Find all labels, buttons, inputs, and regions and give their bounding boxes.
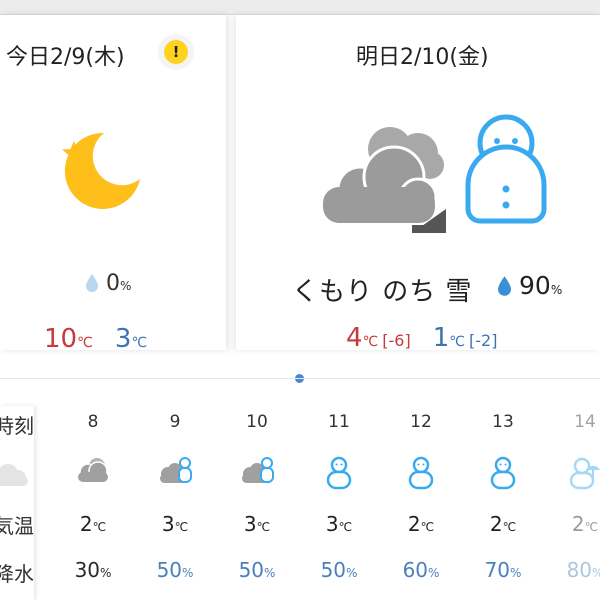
hour-time: 9 xyxy=(169,412,181,432)
hour-column[interactable]: 14 2℃ 80% xyxy=(544,406,600,600)
hour-precip: 70 xyxy=(484,558,511,582)
today-precip: 0% xyxy=(86,271,131,296)
warning-button[interactable]: ! xyxy=(158,34,194,70)
hour-precip: 50 xyxy=(156,558,183,582)
hour-temp: 2 xyxy=(79,512,93,536)
hour-time: 11 xyxy=(328,412,350,432)
hour-temp: 2 xyxy=(407,512,421,536)
hour-column[interactable]: 9 3℃ 50% xyxy=(134,406,216,600)
hour-temp: 3 xyxy=(161,512,175,536)
today-temps: 10℃ 3℃ xyxy=(44,324,148,354)
tomorrow-low-diff: [-2] xyxy=(469,331,498,350)
today-card[interactable]: 今日2/9(木) ! 0% 10℃ 3℃ xyxy=(0,15,226,354)
hour-column[interactable]: 8 2℃ 30% xyxy=(52,406,134,600)
tomorrow-high-diff: [-6] xyxy=(382,331,411,350)
tomorrow-condition: くもり のち 雪 xyxy=(292,277,473,307)
tomorrow-card[interactable]: 明日2/10(金) くもり のち 雪 90% 4℃ [-6] 1℃ [-2] xyxy=(236,15,600,353)
today-precip-value: 0 xyxy=(106,271,120,296)
snowman-icon xyxy=(490,456,516,494)
hour-column[interactable]: 11 3℃ 50% xyxy=(298,406,380,600)
hour-precip: 50 xyxy=(238,558,265,582)
hour-time: 10 xyxy=(246,412,268,432)
hour-temp: 2 xyxy=(571,512,585,536)
snowman-icon xyxy=(326,456,352,494)
hour-precip: 30 xyxy=(74,558,101,582)
hour-temp: 2 xyxy=(489,512,503,536)
today-low: 3 xyxy=(114,324,132,354)
hourly-forecast[interactable]: 時刻 気温 降水 8 2℃ 30% 9 3℃ 50% 10 3℃ 50% 11 xyxy=(0,378,600,600)
tomorrow-high: 4 xyxy=(346,323,363,353)
hour-time: 12 xyxy=(410,412,432,432)
cloud-snow-icon xyxy=(239,456,275,490)
row-label-temp: 気温 xyxy=(0,514,34,538)
tomorrow-precip-value: 90 xyxy=(519,271,551,300)
row-label-weather-icon xyxy=(0,460,30,492)
row-labels: 時刻 気温 降水 xyxy=(0,406,34,600)
raindrop-icon xyxy=(498,276,511,296)
hour-temp: 3 xyxy=(243,512,257,536)
tomorrow-low: 1 xyxy=(432,323,450,353)
hour-column[interactable]: 10 3℃ 50% xyxy=(216,406,298,600)
tomorrow-temps: 4℃ [-6] 1℃ [-2] xyxy=(346,323,498,353)
snowman-icon xyxy=(408,456,434,494)
moon-star-icon xyxy=(52,125,144,221)
hour-time: 8 xyxy=(87,412,99,432)
today-high: 10 xyxy=(44,324,78,354)
hour-precip: 50 xyxy=(320,558,347,582)
hour-column[interactable]: 13 2℃ 70% xyxy=(462,406,544,600)
hour-time: 14 xyxy=(574,412,596,432)
snowman-umbrella-icon xyxy=(569,456,600,494)
warning-icon: ! xyxy=(164,40,188,64)
hour-precip: 80 xyxy=(566,558,593,582)
cloudy-then-snow-icon xyxy=(318,113,550,247)
today-date: 今日2/9(木) xyxy=(6,45,125,70)
hour-temp: 3 xyxy=(325,512,339,536)
hour-column[interactable]: 12 2℃ 60% xyxy=(380,406,462,600)
cloud-icon xyxy=(75,456,111,488)
tomorrow-precip: 90% xyxy=(498,271,562,300)
tomorrow-date: 明日2/10(金) xyxy=(356,45,489,70)
row-label-time: 時刻 xyxy=(0,414,34,438)
top-divider xyxy=(0,0,600,15)
raindrop-icon xyxy=(86,274,98,292)
hour-time: 13 xyxy=(492,412,514,432)
hour-precip: 60 xyxy=(402,558,429,582)
row-label-precip: 降水 xyxy=(0,562,34,586)
cloud-snow-icon xyxy=(157,456,193,490)
hourly-divider xyxy=(0,378,600,379)
